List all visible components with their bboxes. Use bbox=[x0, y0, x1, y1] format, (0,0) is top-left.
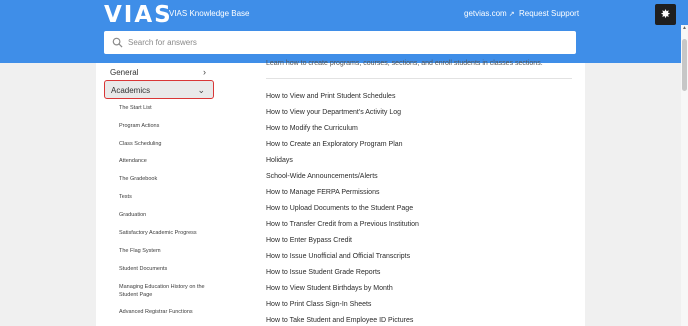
article-link[interactable]: Holidays bbox=[266, 157, 293, 164]
sidebar-category-label: Academics bbox=[111, 86, 151, 95]
hubspot-icon[interactable]: ✸ bbox=[655, 4, 676, 25]
article-link[interactable]: How to Print Class Sign-In Sheets bbox=[266, 301, 371, 308]
sidebar-subitem[interactable]: Advanced Registrar Functions bbox=[119, 308, 219, 316]
category-description: Learn how to create programs, courses, s… bbox=[266, 60, 543, 67]
article-link[interactable]: School-Wide Announcements/Alerts bbox=[266, 173, 378, 180]
sidebar-subitem[interactable]: Student Documents bbox=[119, 265, 219, 273]
article-link[interactable]: How to View and Print Student Schedules bbox=[266, 93, 395, 100]
chevron-right-icon: › bbox=[203, 67, 206, 77]
article-link[interactable]: How to Modify the Curriculum bbox=[266, 125, 358, 132]
sidebar-subitem[interactable]: Managing Education History on the Studen… bbox=[119, 283, 219, 299]
article-link[interactable]: How to Transfer Credit from a Previous I… bbox=[266, 221, 419, 228]
knowledge-base-title[interactable]: VIAS Knowledge Base bbox=[169, 9, 250, 18]
vias-logo[interactable]: VIAS bbox=[104, 2, 173, 28]
sidebar-subitem[interactable]: Graduation bbox=[119, 211, 219, 219]
sidebar-subitem[interactable]: The Gradebook bbox=[119, 175, 219, 183]
sidebar-subitem[interactable]: The Flag System bbox=[119, 247, 219, 255]
scroll-thumb[interactable] bbox=[682, 39, 687, 91]
sidebar-subitem[interactable]: Satisfactory Academic Progress bbox=[119, 229, 219, 237]
search-input[interactable] bbox=[128, 34, 568, 51]
article-link[interactable]: How to Upload Documents to the Student P… bbox=[266, 205, 413, 212]
external-link-icon: ↗ bbox=[508, 11, 515, 18]
search-bar[interactable] bbox=[104, 31, 576, 54]
sidebar-category-label: General bbox=[110, 68, 139, 77]
sidebar-subitem[interactable]: Attendance bbox=[119, 157, 219, 165]
getvias-link-label: getvias.com bbox=[464, 9, 507, 18]
request-support-link[interactable]: Request Support bbox=[519, 9, 579, 18]
article-link[interactable]: How to Issue Student Grade Reports bbox=[266, 269, 380, 276]
sidebar-subitem[interactable]: Class Scheduling bbox=[119, 140, 219, 148]
article-link[interactable]: How to Create an Exploratory Program Pla… bbox=[266, 141, 403, 148]
article-link[interactable]: How to Manage FERPA Permissions bbox=[266, 189, 379, 196]
article-link[interactable]: How to Enter Bypass Credit bbox=[266, 237, 352, 244]
chevron-down-icon: ⌄ bbox=[197, 85, 205, 95]
article-link[interactable]: How to Issue Unofficial and Official Tra… bbox=[266, 253, 410, 260]
article-link[interactable]: How to View Student Birthdays by Month bbox=[266, 285, 393, 292]
scroll-up-arrow-icon[interactable]: ▲ bbox=[681, 25, 688, 32]
sidebar-subitem[interactable]: Tests bbox=[119, 193, 219, 201]
sidebar-subitem[interactable]: The Start List bbox=[119, 104, 219, 112]
search-icon bbox=[112, 37, 123, 48]
sidebar-subitem[interactable]: Program Actions bbox=[119, 122, 219, 130]
getvias-link[interactable]: getvias.com ↗ bbox=[464, 9, 515, 18]
sidebar-category-academics[interactable]: Academics ⌄ bbox=[104, 80, 214, 99]
scrollbar[interactable]: ▲ bbox=[681, 25, 688, 326]
article-link[interactable]: How to Take Student and Employee ID Pict… bbox=[266, 317, 413, 324]
article-link[interactable]: How to View your Department's Activity L… bbox=[266, 109, 401, 116]
divider bbox=[266, 78, 572, 79]
